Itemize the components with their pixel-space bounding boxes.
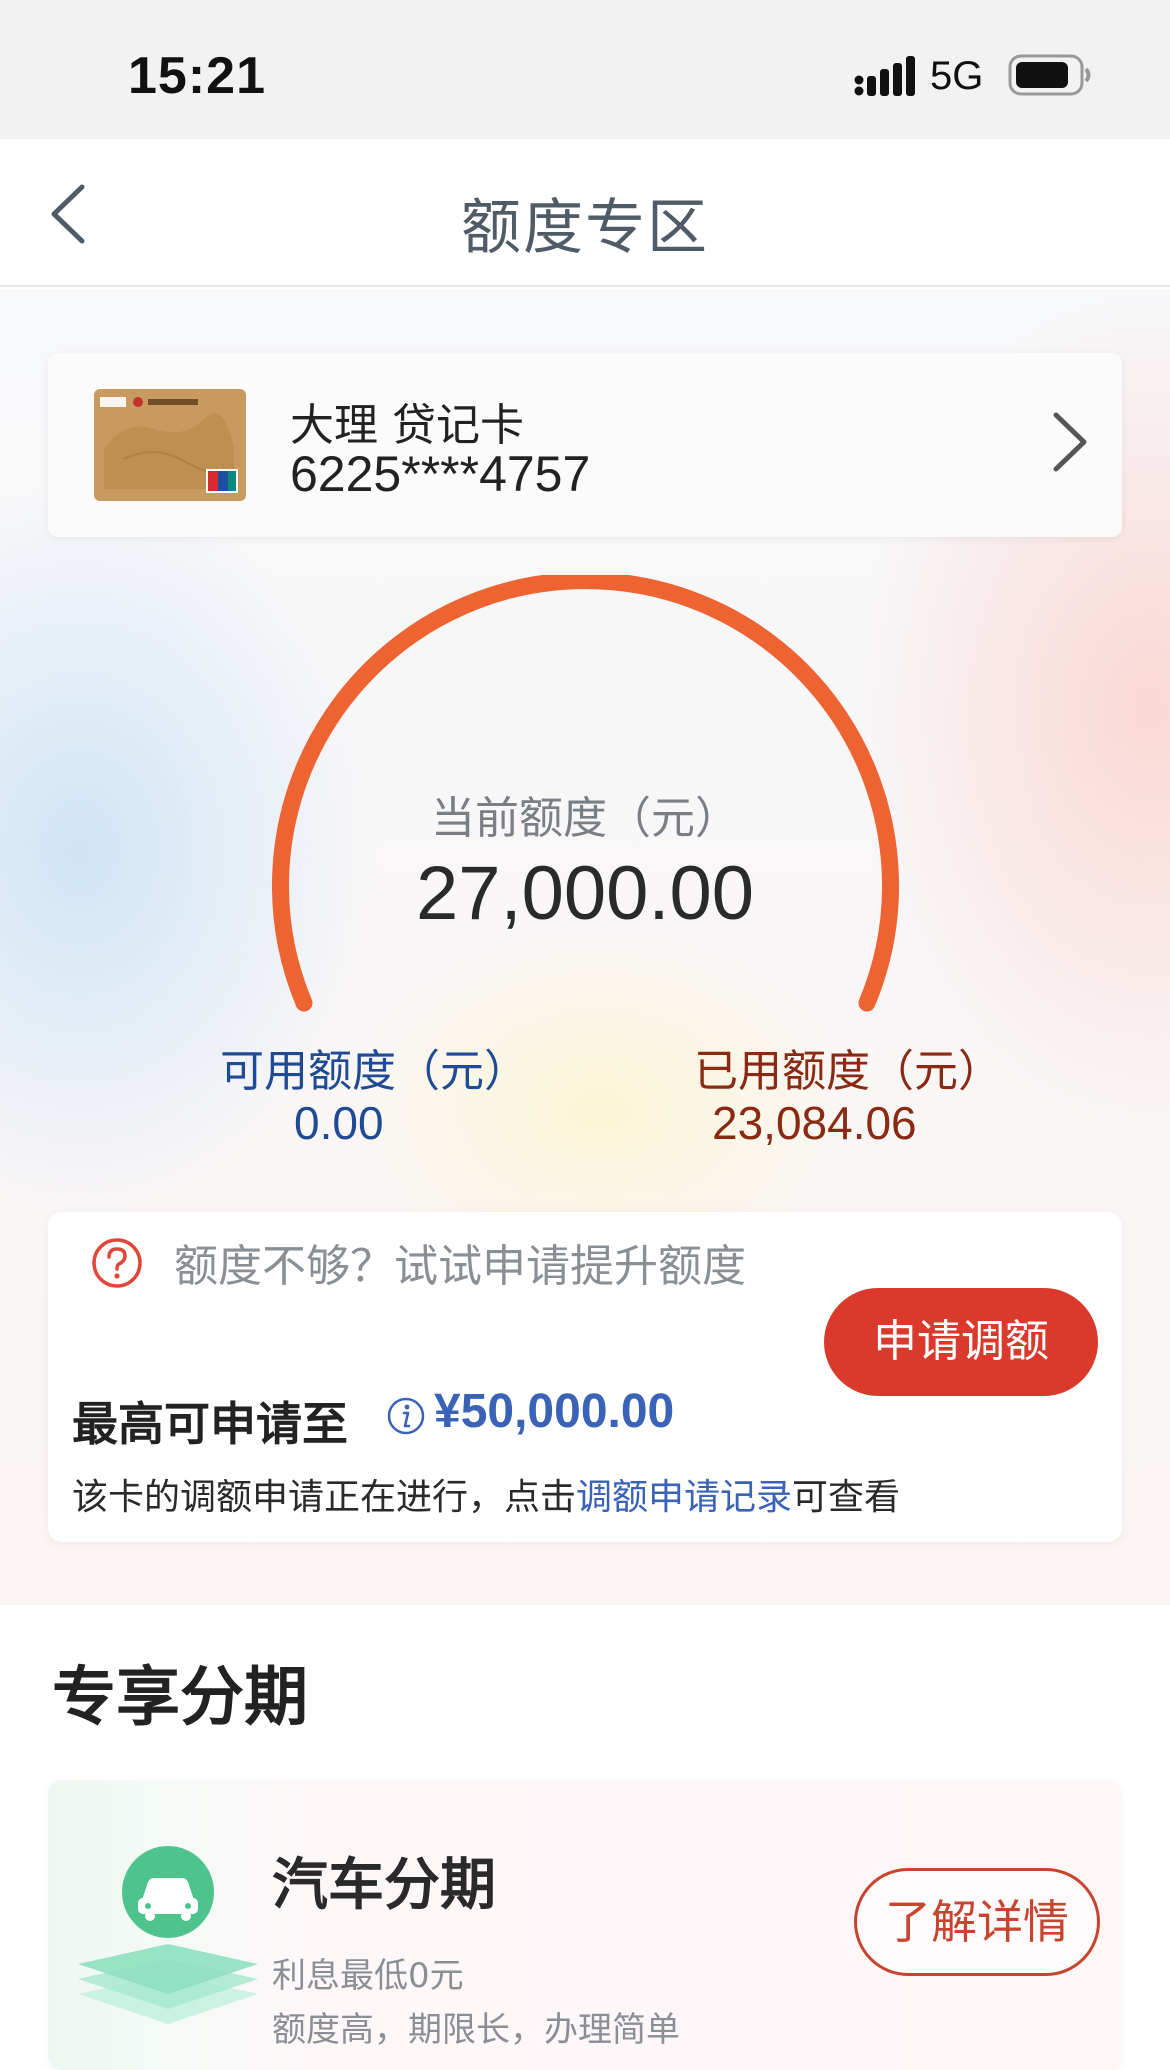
- available-limit-label: 可用额度（元）: [220, 1046, 528, 1097]
- current-limit-label: 当前额度（元）: [431, 793, 739, 844]
- installment-desc-2: 额度高，期限长，办理简单: [272, 2010, 680, 2050]
- info-icon[interactable]: [386, 1396, 426, 1436]
- max-apply-value: ¥50,000.00: [434, 1385, 675, 1438]
- card-name: 大理 贷记卡: [290, 400, 524, 451]
- car-icon: [78, 1846, 258, 2024]
- card-selector[interactable]: 大理 贷记卡 6225****4757: [48, 353, 1122, 537]
- apply-adjust-button[interactable]: 申请调额: [824, 1288, 1098, 1396]
- limit-adjust-panel: 额度不够？试试申请提升额度 申请调额 最高可申请至 ¥50,000.00 该卡的…: [48, 1212, 1122, 1542]
- status-time: 15:21: [128, 47, 266, 105]
- limit-prompt: 额度不够？试试申请提升额度: [174, 1241, 746, 1292]
- signal-icon: [854, 56, 915, 96]
- installment-title: 汽车分期: [272, 1853, 496, 1918]
- status-bar: 15:21 5G: [0, 0, 1170, 139]
- status-suffix: 可查看: [792, 1477, 901, 1518]
- card-thumbnail: [94, 389, 246, 501]
- used-limit-value: 23,084.06: [712, 1097, 917, 1149]
- installment-card-car[interactable]: 汽车分期 利息最低0元 额度高，期限长，办理简单 了解详情: [48, 1780, 1122, 2070]
- learn-details-button[interactable]: 了解详情: [854, 1868, 1100, 1976]
- current-limit-value: 27,000.00: [415, 851, 755, 936]
- question-icon: [92, 1238, 142, 1288]
- battery-icon: [1008, 54, 1091, 96]
- network-label: 5G: [930, 54, 984, 98]
- available-limit-value: 0.00: [294, 1097, 384, 1149]
- status-prefix: 该卡的调额申请正在进行，点击: [72, 1477, 577, 1518]
- section-title: 专享分期: [52, 1661, 308, 1735]
- used-limit-label: 已用额度（元）: [694, 1046, 1002, 1097]
- max-apply-label: 最高可申请至: [72, 1397, 348, 1451]
- adjust-status-text: 该卡的调额申请正在进行，点击调额申请记录可查看: [72, 1468, 900, 1520]
- page-title: 额度专区: [461, 193, 709, 263]
- adjust-record-link[interactable]: 调额申请记录: [576, 1477, 792, 1518]
- card-number: 6225****4757: [290, 446, 591, 502]
- chevron-right-icon[interactable]: [1048, 409, 1092, 475]
- installment-desc-1: 利息最低0元: [272, 1956, 464, 1996]
- nav-bar: 额度专区: [0, 139, 1170, 287]
